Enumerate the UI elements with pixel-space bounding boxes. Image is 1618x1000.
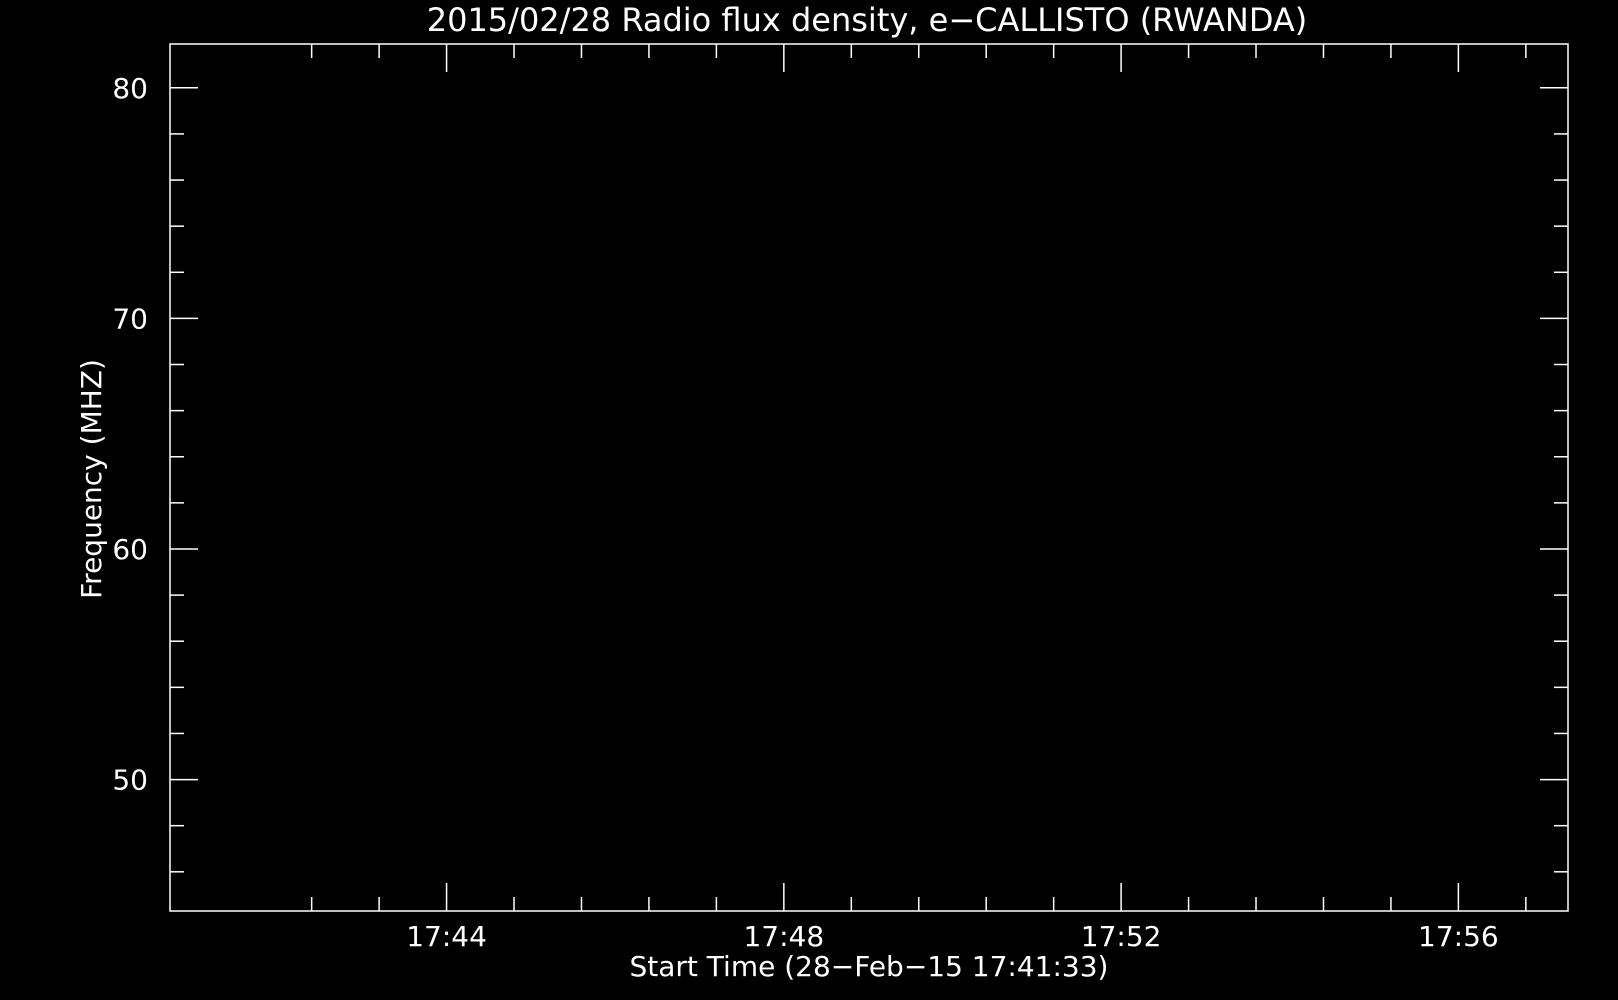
x-tick-label: 17:44 <box>406 920 487 953</box>
plot-area <box>169 43 1569 1000</box>
x-tick-label: 17:56 <box>1418 920 1499 953</box>
y-tick-label: 80 <box>112 72 148 105</box>
y-tick-label: 60 <box>112 533 148 566</box>
x-tick-label: 17:52 <box>1081 920 1162 953</box>
y-tick-label: 70 <box>112 302 148 335</box>
y-tick-label: 50 <box>112 764 148 797</box>
chart-title: 2015/02/28 Radio flux density, e−CALLIST… <box>427 1 1308 39</box>
x-tick-label: 17:48 <box>743 920 824 953</box>
plot-background <box>170 44 1568 911</box>
y-axis-label: Frequency (MHZ) <box>75 359 108 599</box>
x-axis-label: Start Time (28−Feb−15 17:41:33) <box>630 950 1109 983</box>
spectrogram-figure: 2015/02/28 Radio flux density, e−CALLIST… <box>0 0 1618 1000</box>
